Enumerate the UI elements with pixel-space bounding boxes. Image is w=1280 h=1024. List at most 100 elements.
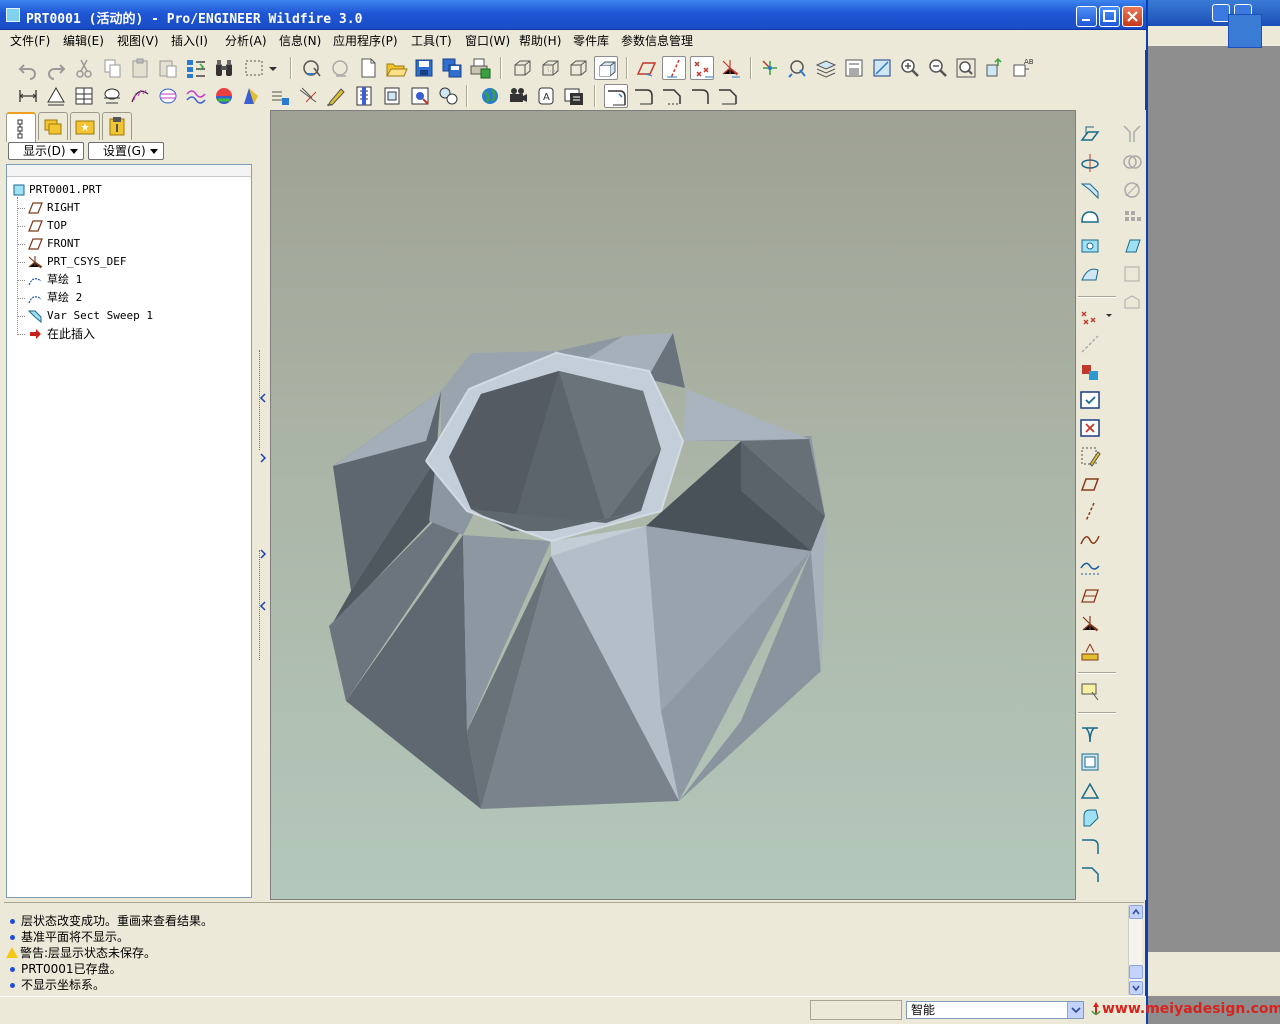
tab-connections[interactable] — [102, 112, 132, 140]
named-view-list-button[interactable]: AB — [1010, 56, 1034, 80]
hidden-line-display-button[interactable] — [538, 56, 562, 80]
find-button[interactable] — [212, 56, 236, 80]
repaint-button[interactable] — [300, 56, 324, 80]
merge-button[interactable] — [1120, 150, 1144, 174]
mass-properties-button[interactable] — [72, 84, 96, 108]
layers-button[interactable] — [814, 56, 838, 80]
delete-feature-button[interactable] — [1078, 416, 1102, 440]
csys-display-button[interactable] — [718, 56, 742, 80]
edge-round-button[interactable] — [1078, 834, 1102, 858]
edit-definition-button[interactable] — [324, 84, 348, 108]
selection-dropdown[interactable] — [266, 56, 280, 80]
draft-analysis-button[interactable] — [240, 84, 264, 108]
view-manager-button[interactable] — [328, 56, 352, 80]
close-button[interactable] — [1122, 6, 1143, 27]
family-table-button[interactable] — [380, 84, 404, 108]
spin-center-button[interactable] — [758, 56, 782, 80]
shading-display-button[interactable] — [594, 56, 618, 80]
x-section-button[interactable] — [100, 84, 124, 108]
copy-button[interactable] — [100, 56, 124, 80]
datum-axis-tool-button[interactable] — [1078, 332, 1102, 356]
measure-distance-button[interactable] — [16, 84, 40, 108]
graphics-window[interactable] — [270, 110, 1076, 900]
dihedral-button[interactable] — [296, 84, 320, 108]
shaded-curvature-button[interactable] — [212, 84, 236, 108]
regenerate-button[interactable] — [184, 56, 208, 80]
view-manager-2-button[interactable] — [842, 56, 866, 80]
chevron-down-icon[interactable] — [1104, 310, 1114, 320]
component-operation-button[interactable] — [1078, 360, 1102, 384]
part-model[interactable] — [271, 111, 1077, 901]
tab-favorites[interactable] — [70, 112, 100, 140]
curvature-button[interactable] — [128, 84, 152, 108]
shell-feature-button[interactable] — [1078, 750, 1102, 774]
analysis-tool-button[interactable] — [1078, 640, 1102, 664]
select-feature-button[interactable] — [1078, 388, 1102, 412]
camera-button[interactable] — [506, 84, 530, 108]
maximize-button[interactable] — [1099, 6, 1120, 27]
new-file-button[interactable] — [356, 56, 380, 80]
paste-special-button[interactable] — [156, 56, 180, 80]
render-settings-button[interactable] — [562, 84, 586, 108]
wireframe-display-button[interactable] — [510, 56, 534, 80]
menu-parts-library[interactable]: 零件库 — [573, 32, 609, 49]
menu-tools[interactable]: 工具(T) — [411, 32, 452, 49]
measure-area-button[interactable] — [44, 84, 68, 108]
section-analysis-button[interactable] — [156, 84, 180, 108]
thicken-button[interactable] — [1120, 262, 1144, 286]
panel-splitter[interactable] — [258, 110, 268, 900]
appearance-button[interactable] — [478, 84, 502, 108]
mirror-button[interactable] — [1120, 122, 1144, 146]
revolve-button[interactable] — [1078, 150, 1102, 174]
tab-model-tree[interactable] — [6, 112, 36, 142]
saved-views-button[interactable] — [870, 56, 894, 80]
scroll-thumb[interactable] — [1129, 965, 1143, 979]
curve-tool-button[interactable] — [1078, 528, 1102, 552]
plane-tool-button[interactable] — [1078, 472, 1102, 496]
solidify-button[interactable] — [1120, 234, 1144, 258]
paste-button[interactable] — [128, 56, 152, 80]
menu-insert[interactable]: 插入(I) — [171, 32, 208, 49]
cut-button[interactable] — [72, 56, 96, 80]
relations-button[interactable] — [352, 84, 376, 108]
selection-box-button[interactable] — [242, 56, 266, 80]
menu-info[interactable]: 信息(N) — [279, 32, 321, 49]
zoom-out-button[interactable] — [926, 56, 950, 80]
blend-button[interactable] — [1078, 206, 1102, 230]
hole-button[interactable] — [1078, 234, 1102, 258]
sketch-tool-button[interactable] — [1078, 444, 1102, 468]
minimize-button[interactable] — [1076, 6, 1097, 27]
menu-help[interactable]: 帮助(H) — [519, 32, 561, 49]
coordinate-system-tool-button[interactable] — [1078, 612, 1102, 636]
shell-button[interactable] — [1078, 262, 1102, 286]
undo-button[interactable] — [16, 56, 40, 80]
datum-point-display-button[interactable] — [690, 56, 714, 80]
zoom-in-button[interactable] — [898, 56, 922, 80]
show-dropdown-button[interactable]: 显示(D) — [8, 142, 84, 160]
scroll-up-button[interactable] — [1129, 905, 1143, 919]
trim-button[interactable] — [1120, 178, 1144, 202]
print-button[interactable] — [468, 56, 492, 80]
redo-button[interactable] — [44, 56, 68, 80]
offset-analysis-button[interactable] — [184, 84, 208, 108]
chevron-left-icon[interactable] — [258, 390, 268, 410]
axis-tool-button[interactable] — [1078, 500, 1102, 524]
open-file-button[interactable] — [384, 56, 408, 80]
scroll-down-button[interactable] — [1129, 981, 1143, 995]
edge-chamfer-tool-button[interactable] — [1078, 862, 1102, 886]
model-tree[interactable]: PRT0001.PRT RIGHT TOP FRONT PRT_CSYS_DEF — [6, 164, 252, 898]
menu-file[interactable]: 文件(F) — [10, 32, 50, 49]
boundary-blend-button[interactable] — [1078, 584, 1102, 608]
chevron-right-icon[interactable] — [258, 546, 268, 566]
reorient-button[interactable] — [982, 56, 1006, 80]
round-set-button[interactable] — [632, 84, 656, 108]
round-edge-button[interactable] — [604, 84, 628, 108]
draft-feature-button[interactable] — [1078, 778, 1102, 802]
refit-button[interactable] — [954, 56, 978, 80]
datum-plane-tool-button[interactable] — [1078, 122, 1102, 146]
menu-edit[interactable]: 编辑(E) — [63, 32, 104, 49]
model-player-button[interactable] — [408, 84, 432, 108]
datum-point-tool-button[interactable] — [1078, 304, 1102, 328]
save-button[interactable] — [412, 56, 436, 80]
no-hidden-display-button[interactable] — [566, 56, 590, 80]
